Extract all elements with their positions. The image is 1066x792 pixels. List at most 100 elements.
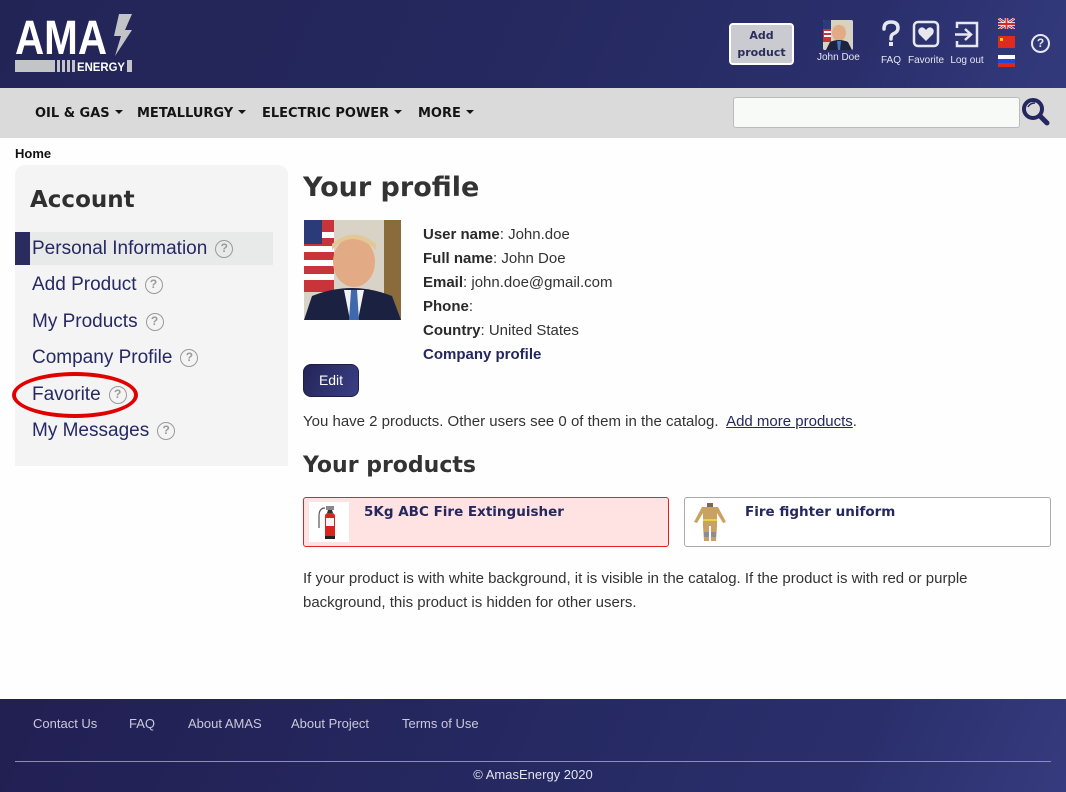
visibility-note: If your product is with white background… xyxy=(303,570,968,611)
help-icon[interactable]: ? xyxy=(145,313,164,331)
uk-flag-icon[interactable] xyxy=(998,17,1015,29)
field-label: Country xyxy=(423,322,481,339)
sidebar-item-add-product[interactable]: Add Product? xyxy=(15,268,273,301)
profile-field-phone: Phone: xyxy=(423,298,474,315)
nav-metallurgy[interactable]: METALLURGY xyxy=(137,106,247,121)
chevron-down-icon xyxy=(465,110,474,114)
logo-text: AMA xyxy=(15,12,107,65)
product-name[interactable]: 5Kg ABC Fire Extinguisher xyxy=(364,504,564,520)
nav-oil-gas-label: OIL & GAS xyxy=(35,106,110,121)
nav-electric-power-label: ELECTRIC POWER xyxy=(262,106,390,121)
site-footer: Contact Us FAQ About AMAS About Project … xyxy=(0,699,1066,792)
favorite-label: Favorite xyxy=(908,55,945,66)
page-title: Your profile xyxy=(303,172,480,203)
sidebar-item-label: Personal Information xyxy=(32,238,208,259)
sidebar-item-favorite[interactable]: Favorite? xyxy=(15,378,273,411)
avatar xyxy=(823,20,854,50)
profile-field-email: Email: john.doe@gmail.com xyxy=(423,274,613,291)
field-value: john.doe@gmail.com xyxy=(471,274,613,291)
footer-about-project[interactable]: About Project xyxy=(291,716,369,731)
field-label: Email xyxy=(423,274,464,291)
footer-terms-of-use[interactable]: Terms of Use xyxy=(402,716,479,731)
question-mark-icon xyxy=(882,20,900,46)
search-input[interactable] xyxy=(733,97,1020,128)
account-sidebar: Account Personal Information? Add Produc… xyxy=(15,165,288,466)
breadcrumb-home[interactable]: Home xyxy=(15,146,51,161)
heart-icon xyxy=(912,20,940,48)
summary-end: . xyxy=(852,413,857,430)
language-selector xyxy=(998,17,1016,74)
help-icon[interactable]: ? xyxy=(144,276,163,294)
fire-extinguisher-image xyxy=(309,502,349,542)
nav-oil-gas[interactable]: OIL & GAS xyxy=(35,106,123,121)
footer-contact-us[interactable]: Contact Us xyxy=(33,716,97,731)
nav-metallurgy-label: METALLURGY xyxy=(137,106,234,121)
copyright: © AmasEnergy 2020 xyxy=(473,767,593,782)
sidebar-item-company-profile[interactable]: Company Profile? xyxy=(15,341,273,374)
footer-about-amas[interactable]: About AMAS xyxy=(188,716,262,731)
nav-more[interactable]: MORE xyxy=(418,106,474,121)
user-menu[interactable]: John Doe xyxy=(817,20,860,63)
sidebar-item-personal-information[interactable]: Personal Information? xyxy=(15,232,273,265)
add-product-label-line1: Add xyxy=(749,29,774,42)
sidebar-item-label: Favorite xyxy=(32,384,101,405)
faq-link[interactable]: FAQ xyxy=(880,20,902,66)
profile-field-country: Country: United States xyxy=(423,322,579,339)
firefighter-uniform-image xyxy=(690,502,730,542)
chevron-down-icon xyxy=(114,110,123,114)
nav-electric-power[interactable]: ELECTRIC POWER xyxy=(262,106,403,121)
sidebar-item-my-messages[interactable]: My Messages? xyxy=(15,414,273,447)
add-more-products-link[interactable]: Add more products xyxy=(726,413,853,430)
field-label: User name xyxy=(423,226,500,243)
faq-label: FAQ xyxy=(880,55,901,66)
field-label: Full name xyxy=(423,250,494,267)
add-product-button[interactable]: Add product xyxy=(729,23,794,65)
product-card-visible[interactable]: Fire fighter uniform xyxy=(684,497,1051,547)
field-value: United States xyxy=(488,322,579,339)
profile-field-username: User name: John.doe xyxy=(423,226,570,243)
search-icon xyxy=(1022,98,1050,126)
field-value: John Doe xyxy=(501,250,566,267)
sidebar-title: Account xyxy=(30,187,135,213)
help-icon[interactable]: ? xyxy=(215,240,234,258)
product-name[interactable]: Fire fighter uniform xyxy=(745,504,895,520)
nav-more-label: MORE xyxy=(418,106,461,121)
user-name: John Doe xyxy=(817,52,860,63)
russia-flag-icon[interactable] xyxy=(998,55,1015,67)
footer-faq[interactable]: FAQ xyxy=(129,716,155,731)
summary-text: You have 2 products. Other users see 0 o… xyxy=(303,413,719,430)
products-section-title: Your products xyxy=(303,453,476,478)
sidebar-item-my-products[interactable]: My Products? xyxy=(15,305,273,338)
products-summary: You have 2 products. Other users see 0 o… xyxy=(303,413,857,430)
sidebar-item-label: My Products xyxy=(32,311,138,332)
sidebar-item-label: Company Profile xyxy=(32,347,173,368)
footer-divider xyxy=(15,761,1051,762)
logout-label: Log out xyxy=(950,55,984,66)
add-product-label-line2: product xyxy=(737,46,786,59)
help-circle-icon[interactable]: ? xyxy=(1031,34,1050,53)
help-icon[interactable]: ? xyxy=(108,386,127,404)
product-card-hidden[interactable]: 5Kg ABC Fire Extinguisher xyxy=(303,497,669,547)
logout-icon xyxy=(955,21,979,48)
help-icon[interactable]: ? xyxy=(157,422,176,440)
chevron-down-icon xyxy=(394,110,403,114)
site-header: AMA ENERGY Add product John Doe FAQ Favo… xyxy=(0,0,1066,88)
sidebar-item-label: My Messages xyxy=(32,420,150,441)
profile-photo xyxy=(304,220,401,320)
profile-field-fullname: Full name: John Doe xyxy=(423,250,566,267)
help-icon[interactable]: ? xyxy=(180,349,199,367)
logo-subtext: ENERGY xyxy=(77,60,125,74)
profile-info: User name: John.doe Full name: John Doe … xyxy=(423,223,613,367)
edit-profile-button[interactable]: Edit xyxy=(303,364,359,397)
amas-energy-logo[interactable]: AMA ENERGY xyxy=(15,12,135,74)
sidebar-item-label: Add Product xyxy=(32,274,137,295)
china-flag-icon[interactable] xyxy=(998,36,1015,48)
favorite-link[interactable]: Favorite xyxy=(908,20,944,66)
field-label: Phone xyxy=(423,298,469,315)
company-profile-link[interactable]: Company profile xyxy=(423,343,613,367)
search-button[interactable] xyxy=(1020,96,1052,128)
logout-link[interactable]: Log out xyxy=(950,20,984,66)
chevron-down-icon xyxy=(238,110,247,114)
field-value: John.doe xyxy=(508,226,570,243)
lightning-bolt-icon xyxy=(114,14,132,56)
